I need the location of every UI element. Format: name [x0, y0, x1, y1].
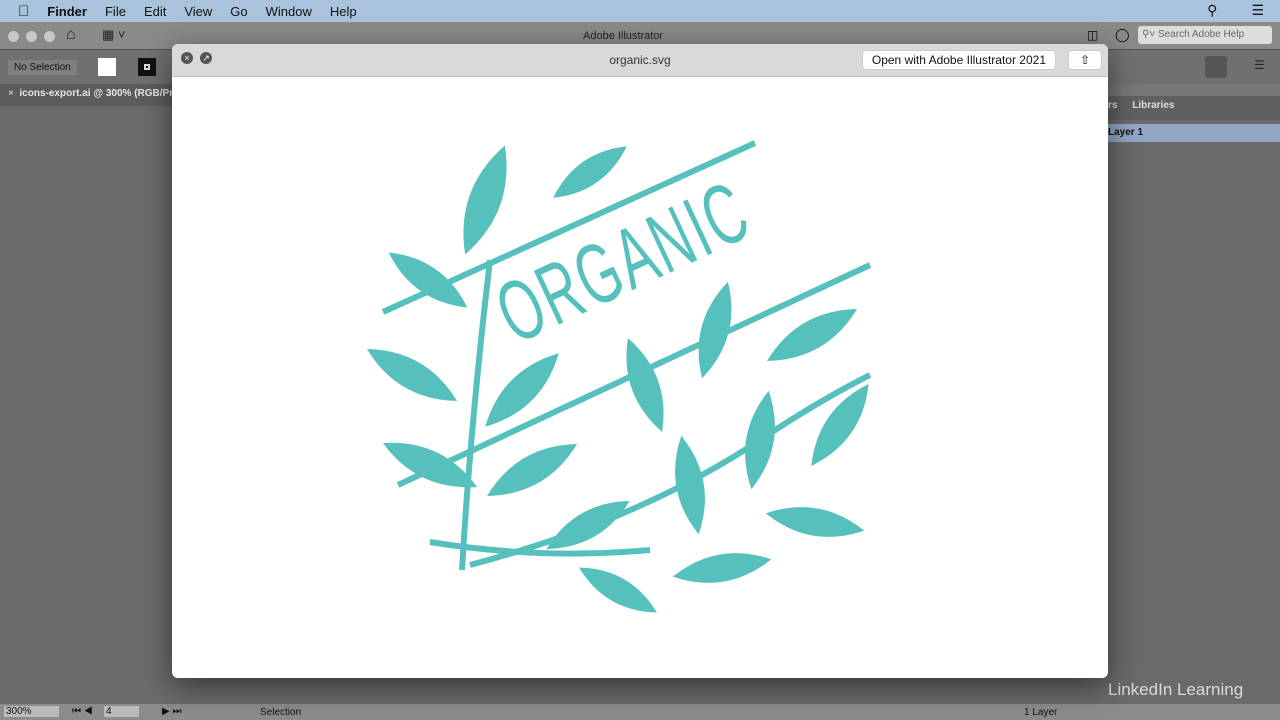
minimize-window-button[interactable]	[26, 31, 37, 42]
open-with-illustrator-button[interactable]: Open with Adobe Illustrator 2021	[861, 50, 1056, 70]
layer-name: Layer 1	[1108, 127, 1144, 138]
menu-edit[interactable]: Edit	[144, 4, 166, 19]
menu-window[interactable]: Window	[266, 4, 312, 19]
layer-row[interactable]: Layer 1	[1108, 124, 1280, 142]
layers-panel: rs Libraries Layer 1 LinkedIn Learning	[1108, 84, 1280, 704]
quicklook-window: × ↗ organic.svg Open with Adobe Illustra…	[172, 44, 1108, 678]
leaf-shape	[553, 146, 627, 198]
current-tool-label: Selection	[260, 707, 302, 718]
close-tab-icon[interactable]: ×	[8, 88, 14, 99]
menu-icon[interactable]: ☰	[1254, 58, 1265, 72]
menu-bar:  Finder File Edit View Go Window Help ⚲…	[0, 0, 1280, 22]
zoom-field[interactable]: 300%	[4, 706, 59, 717]
search-placeholder: Search Adobe Help	[1157, 29, 1245, 40]
leaf-shape	[579, 567, 657, 613]
close-window-button[interactable]	[8, 31, 19, 42]
menu-finder[interactable]: Finder	[47, 4, 87, 19]
search-help-input[interactable]: ⚲˅ Search Adobe Help	[1138, 26, 1272, 44]
home-icon[interactable]: ⌂	[66, 26, 76, 44]
fill-swatch[interactable]	[98, 58, 116, 76]
leaf-shape	[745, 390, 775, 490]
menu-help[interactable]: Help	[330, 4, 357, 19]
layer-count: 1 Layer	[1024, 707, 1058, 718]
status-bar: 300% ⏮ ◀ 4 ▶ ⏭ Selection 1 Layer	[0, 704, 1280, 720]
notification-list-icon[interactable]: ☰	[1251, 2, 1264, 19]
organic-artwork: ORGANIC	[366, 140, 872, 613]
leaf-shape	[672, 553, 772, 583]
menu-go[interactable]: Go	[230, 4, 247, 19]
document-tab[interactable]: × icons-export.ai @ 300% (RGB/Pre	[0, 84, 175, 106]
share-button[interactable]: ⇧	[1068, 50, 1102, 70]
next-artboard-button[interactable]: ▶ ⏭	[162, 706, 181, 717]
menu-view[interactable]: View	[184, 4, 212, 19]
document-tab-label: icons-export.ai @ 300% (RGB/Pre	[19, 88, 175, 99]
menu-file[interactable]: File	[105, 4, 126, 19]
app-title: Adobe Illustrator	[583, 30, 664, 42]
workspace-icon[interactable]: ▦ ˅	[102, 27, 126, 43]
share-icon: ⇧	[1079, 53, 1091, 67]
linkedin-learning-logo: LinkedIn Learning	[1108, 680, 1244, 699]
first-artboard-button[interactable]: ⏮ ◀	[72, 706, 93, 717]
quicklook-toolbar: × ↗ organic.svg Open with Adobe Illustra…	[172, 44, 1108, 77]
panel-toggle-icon[interactable]: ◫	[1087, 28, 1098, 42]
apple-icon[interactable]: 	[18, 3, 29, 20]
leaf-shape	[626, 338, 664, 432]
selection-label: No Selection	[8, 60, 77, 75]
align-button[interactable]	[1205, 56, 1227, 78]
leaf-shape	[366, 349, 458, 401]
leaf-shape	[486, 444, 578, 496]
stroke-swatch[interactable]	[138, 58, 156, 76]
artboard-field[interactable]: 4	[104, 706, 139, 717]
leaf-shape	[765, 507, 865, 537]
tab-layers[interactable]: rs	[1108, 100, 1117, 111]
leaf-shape	[675, 435, 705, 535]
spotlight-icon[interactable]: ⚲	[1207, 2, 1217, 19]
lightbulb-icon[interactable]: ◯	[1115, 27, 1130, 43]
leaf-shape	[463, 145, 507, 255]
zoom-window-button[interactable]	[44, 31, 55, 42]
tab-libraries[interactable]: Libraries	[1132, 100, 1174, 111]
